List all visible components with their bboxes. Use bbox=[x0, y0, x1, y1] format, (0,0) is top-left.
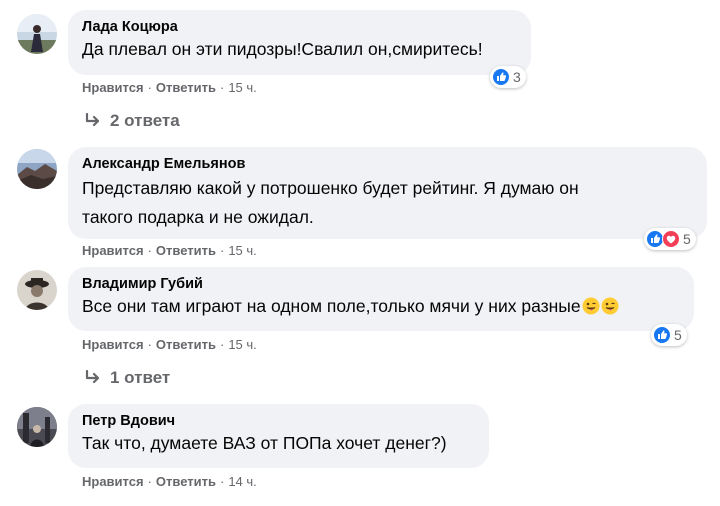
separator-dot: · bbox=[219, 337, 225, 352]
love-reaction-icon bbox=[662, 230, 680, 248]
comment-bubble: Петр Вдович Так что, думаете ВАЗ от ПОПа… bbox=[68, 404, 489, 468]
comment-timestamp[interactable]: 15 ч. bbox=[228, 243, 256, 258]
reply-button[interactable]: Ответить bbox=[156, 80, 216, 95]
comment-text-line: Представляю какой у потрошенко будет рей… bbox=[82, 178, 579, 198]
view-replies-link[interactable]: 2 ответа bbox=[84, 111, 180, 131]
replies-count-label: 1 ответ bbox=[110, 368, 171, 387]
comment-timestamp[interactable]: 15 ч. bbox=[228, 80, 256, 95]
view-replies-link[interactable]: 1 ответ bbox=[84, 368, 170, 388]
reply-button[interactable]: Ответить bbox=[156, 337, 216, 352]
comment-timestamp[interactable]: 15 ч. bbox=[228, 337, 256, 352]
reply-button[interactable]: Ответить bbox=[156, 474, 216, 489]
comment-text-wrap: Все они там играют на одном поле,только … bbox=[82, 294, 680, 319]
comment-author[interactable]: Александр Емельянов bbox=[82, 155, 693, 174]
separator-dot: · bbox=[147, 243, 152, 258]
like-button[interactable]: Нравится bbox=[82, 80, 144, 95]
like-button[interactable]: Нравится bbox=[82, 243, 144, 258]
comment-text: Все они там играют на одном поле,только … bbox=[82, 296, 581, 316]
separator-dot: · bbox=[147, 337, 152, 352]
winking-tongue-emoji-icon bbox=[582, 297, 600, 315]
reaction-summary[interactable]: 5 bbox=[644, 228, 696, 250]
comment-bubble: Лада Коцюра Да плевал он эти пидозры!Сва… bbox=[68, 10, 531, 75]
like-reaction-icon bbox=[492, 68, 510, 86]
comment-text-line: такого подарка и не ожидал. bbox=[82, 207, 314, 227]
separator-dot: · bbox=[147, 474, 152, 489]
separator-dot: · bbox=[219, 243, 225, 258]
like-button[interactable]: Нравится bbox=[82, 474, 144, 489]
comment-timestamp[interactable]: 14 ч. bbox=[228, 474, 256, 489]
comment-text: Так что, думаете ВАЗ от ПОПа хочет денег… bbox=[82, 433, 447, 453]
like-button[interactable]: Нравится bbox=[82, 337, 144, 352]
avatar[interactable] bbox=[17, 270, 57, 310]
separator-dot: · bbox=[147, 80, 152, 95]
separator-dot: · bbox=[219, 80, 225, 95]
comment-author[interactable]: Петр Вдович bbox=[82, 412, 475, 431]
reaction-count: 3 bbox=[513, 69, 521, 85]
reaction-summary[interactable]: 3 bbox=[490, 66, 526, 88]
reply-button[interactable]: Ответить bbox=[156, 243, 216, 258]
avatar[interactable] bbox=[17, 407, 57, 447]
avatar[interactable] bbox=[17, 14, 57, 54]
comment-bubble: Владимир Губий Все они там играют на одн… bbox=[68, 267, 694, 331]
reaction-count: 5 bbox=[674, 327, 682, 343]
comment-bubble: Александр Емельянов Представляю какой у … bbox=[68, 147, 707, 239]
like-reaction-icon bbox=[653, 326, 671, 344]
reply-arrow-icon bbox=[85, 113, 100, 127]
comment-author[interactable]: Лада Коцюра bbox=[82, 18, 517, 37]
reaction-count: 5 bbox=[683, 231, 691, 247]
reaction-summary[interactable]: 5 bbox=[651, 324, 687, 346]
comment-actions: Нравится · Ответить · 14 ч. bbox=[82, 474, 257, 489]
separator-dot: · bbox=[219, 474, 225, 489]
reply-arrow-icon bbox=[85, 370, 100, 384]
comment-actions: Нравится · Ответить · 15 ч. bbox=[82, 337, 257, 352]
comment-actions: Нравится · Ответить · 15 ч. bbox=[82, 243, 257, 258]
replies-count-label: 2 ответа bbox=[110, 111, 180, 130]
comment-actions: Нравится · Ответить · 15 ч. bbox=[82, 80, 257, 95]
winking-tongue-emoji-icon bbox=[601, 297, 619, 315]
avatar[interactable] bbox=[17, 149, 57, 189]
comment-text: Да плевал он эти пидозры!Свалил он,смири… bbox=[82, 39, 483, 59]
comment-author[interactable]: Владимир Губий bbox=[82, 275, 680, 294]
